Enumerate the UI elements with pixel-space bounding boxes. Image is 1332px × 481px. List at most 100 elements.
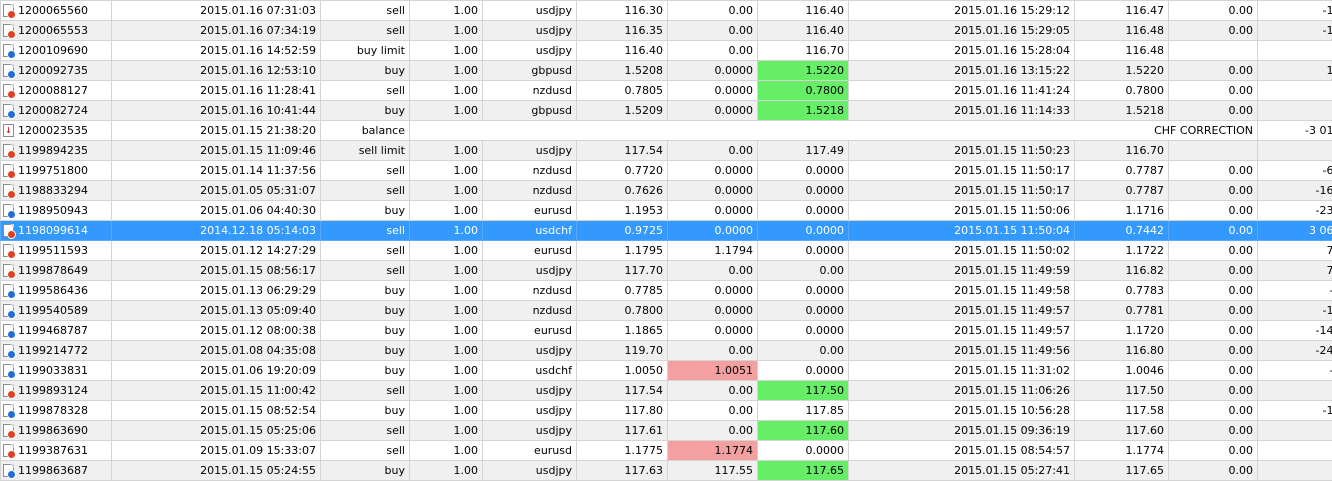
swap-cell: 0.00 [1168, 440, 1258, 461]
table-row[interactable]: 1200088127 2015.01.16 11:28:41 sell 1.00 nzd… [0, 80, 1332, 101]
table-row[interactable]: 1199878649 2015.01.15 08:56:17 sell 1.00 usd… [0, 260, 1332, 281]
swap-cell: 0.00 [1168, 420, 1258, 441]
table-row[interactable]: 1200065553 2015.01.16 07:34:19 sell 1.00 usd… [0, 20, 1332, 41]
sell-order-icon [3, 184, 16, 199]
close-time-cell: 2015.01.15 11:49:58 [848, 280, 1075, 301]
swap-cell: 0.00 [1168, 240, 1258, 261]
ticket-number: 1200109690 [18, 44, 88, 57]
table-row[interactable]: 1199214772 2015.01.08 04:35:08 buy 1.00 usdj… [0, 340, 1332, 361]
table-row[interactable]: 1199863687 2015.01.15 05:24:55 buy 1.00 usdj… [0, 460, 1332, 481]
ticket-cell[interactable]: 1199893124 [0, 380, 112, 401]
ticket-cell[interactable]: 1199214772 [0, 340, 112, 361]
ticket-cell[interactable]: 1199468787 [0, 320, 112, 341]
profit-cell: -18.71 [1257, 400, 1332, 421]
buy-order-icon [3, 44, 16, 59]
type-cell: sell [320, 160, 410, 181]
size-cell: 1.00 [409, 420, 483, 441]
table-row[interactable]: 1199863690 2015.01.15 05:25:06 sell 1.00 usd… [0, 420, 1332, 441]
table-row[interactable]: 1198833294 2015.01.05 05:31:07 sell 1.00 nzd… [0, 180, 1332, 201]
buy-order-icon [3, 344, 16, 359]
close-time-cell: 2015.01.16 11:14:33 [848, 100, 1075, 121]
symbol-cell: usdjpy [482, 340, 577, 361]
table-row[interactable]: 1200065560 2015.01.16 07:31:03 sell 1.00 usd… [0, 0, 1332, 21]
open-price-cell: 117.70 [576, 260, 668, 281]
ticket-cell[interactable]: 1199894235 [0, 140, 112, 161]
ticket-cell[interactable]: 1199387631 [0, 440, 112, 461]
ticket-cell[interactable]: 1200065553 [0, 20, 112, 41]
close-price-cell: 116.47 [1074, 0, 1169, 21]
ticket-cell[interactable]: 1199863687 [0, 460, 112, 481]
ticket-cell[interactable]: 1199878649 [0, 260, 112, 281]
open-price-cell: 0.7626 [576, 180, 668, 201]
swap-cell: 0.00 [1168, 200, 1258, 221]
open-time-cell: 2015.01.16 07:31:03 [111, 0, 321, 21]
close-time-cell: 2015.01.15 08:54:57 [848, 440, 1075, 461]
close-time-cell: 2015.01.15 11:31:02 [848, 360, 1075, 381]
table-row[interactable]: 1199751800 2015.01.14 11:37:56 sell 1.00 nzd… [0, 160, 1332, 181]
stop-loss-cell: 0.00 [667, 400, 758, 421]
table-row[interactable]: 1199033831 2015.01.06 19:20:09 buy 1.00 usdc… [0, 360, 1332, 381]
sell-order-icon [3, 264, 16, 279]
ticket-cell[interactable]: ↓ 1200023535 [0, 120, 112, 141]
ticket-cell[interactable]: 1199540589 [0, 300, 112, 321]
ticket-cell[interactable]: 1199878328 [0, 400, 112, 421]
profit-cell: 73.00 [1257, 240, 1332, 261]
take-profit-cell: 0.0000 [757, 280, 849, 301]
open-price-cell: 119.70 [576, 340, 668, 361]
table-row[interactable]: 1200082724 2015.01.16 10:41:44 buy 1.00 gbpu… [0, 100, 1332, 121]
swap-cell: 0.00 [1168, 0, 1258, 21]
close-time-cell: 2015.01.15 11:49:56 [848, 340, 1075, 361]
take-profit-cell: 0.0000 [757, 220, 849, 241]
profit-cell: 9.00 [1257, 100, 1332, 121]
take-profit-cell: 116.40 [757, 0, 849, 21]
ticket-cell[interactable]: 1200088127 [0, 80, 112, 101]
ticket-cell[interactable]: 1200065560 [0, 0, 112, 21]
type-cell: sell limit [320, 140, 410, 161]
size-cell: 1.00 [409, 80, 483, 101]
table-row[interactable]: 1198099614 2014.12.18 05:14:03 sell 1.00 usd… [0, 220, 1332, 241]
table-row[interactable]: 1199387631 2015.01.09 15:33:07 sell 1.00 eur… [0, 440, 1332, 461]
close-time-cell: 2015.01.15 11:50:04 [848, 220, 1075, 241]
ticket-cell[interactable]: 1199586436 [0, 280, 112, 301]
table-row[interactable]: 1199878328 2015.01.15 08:52:54 buy 1.00 usdj… [0, 400, 1332, 421]
open-time-cell: 2014.12.18 05:14:03 [111, 220, 321, 241]
table-row[interactable]: 1200109690 2015.01.16 14:52:59 buy limit 1.… [0, 40, 1332, 61]
ticket-cell[interactable]: 1199863690 [0, 420, 112, 441]
open-price-cell: 1.1775 [576, 440, 668, 461]
table-row[interactable]: 1199540589 2015.01.13 05:09:40 buy 1.00 nzdu… [0, 300, 1332, 321]
sell-order-icon [3, 424, 16, 439]
table-row[interactable]: 1199894235 2015.01.15 11:09:46 sell limit 1… [0, 140, 1332, 161]
table-row[interactable]: 1200092735 2015.01.16 12:53:10 buy 1.00 gbpu… [0, 60, 1332, 81]
ticket-cell[interactable]: 1200109690 [0, 40, 112, 61]
size-cell: 1.00 [409, 320, 483, 341]
open-time-cell: 2015.01.16 12:53:10 [111, 60, 321, 81]
profit-cell [1257, 40, 1332, 61]
profit-cell: -19.00 [1257, 300, 1332, 321]
ticket-cell[interactable]: 1199511593 [0, 240, 112, 261]
ticket-cell[interactable]: 1200082724 [0, 100, 112, 121]
table-row[interactable]: ↓ 1200023535 2015.01.15 21:38:20 balance CHF… [0, 120, 1332, 141]
close-time-cell: 2015.01.15 11:50:06 [848, 200, 1075, 221]
ticket-cell[interactable]: 1199033831 [0, 360, 112, 381]
table-row[interactable]: 1199511593 2015.01.12 14:27:29 sell 1.00 eur… [0, 240, 1332, 261]
open-time-cell: 2015.01.14 11:37:56 [111, 160, 321, 181]
table-row[interactable]: 1198950943 2015.01.06 04:40:30 buy 1.00 euru… [0, 200, 1332, 221]
type-cell: buy [320, 340, 410, 361]
ticket-cell[interactable]: 1200092735 [0, 60, 112, 81]
take-profit-cell: 0.0000 [757, 440, 849, 461]
symbol-cell: nzdusd [482, 180, 577, 201]
table-row[interactable]: 1199893124 2015.01.15 11:00:42 sell 1.00 usd… [0, 380, 1332, 401]
close-time-cell: 2015.01.15 11:50:17 [848, 160, 1075, 181]
ticket-number: 1198833294 [18, 184, 88, 197]
table-row[interactable]: 1199468787 2015.01.12 08:00:38 buy 1.00 euru… [0, 320, 1332, 341]
stop-loss-cell: 0.00 [667, 40, 758, 61]
size-cell: 1.00 [409, 140, 483, 161]
take-profit-cell: 1.5218 [757, 100, 849, 121]
symbol-cell: nzdusd [482, 300, 577, 321]
ticket-cell[interactable]: 1198950943 [0, 200, 112, 221]
ticket-cell[interactable]: 1199751800 [0, 160, 112, 181]
table-row[interactable]: 1199586436 2015.01.13 06:29:29 buy 1.00 nzdu… [0, 280, 1332, 301]
ticket-cell[interactable]: 1198099614 [0, 220, 112, 241]
close-price-cell: 116.80 [1074, 340, 1169, 361]
ticket-cell[interactable]: 1198833294 [0, 180, 112, 201]
